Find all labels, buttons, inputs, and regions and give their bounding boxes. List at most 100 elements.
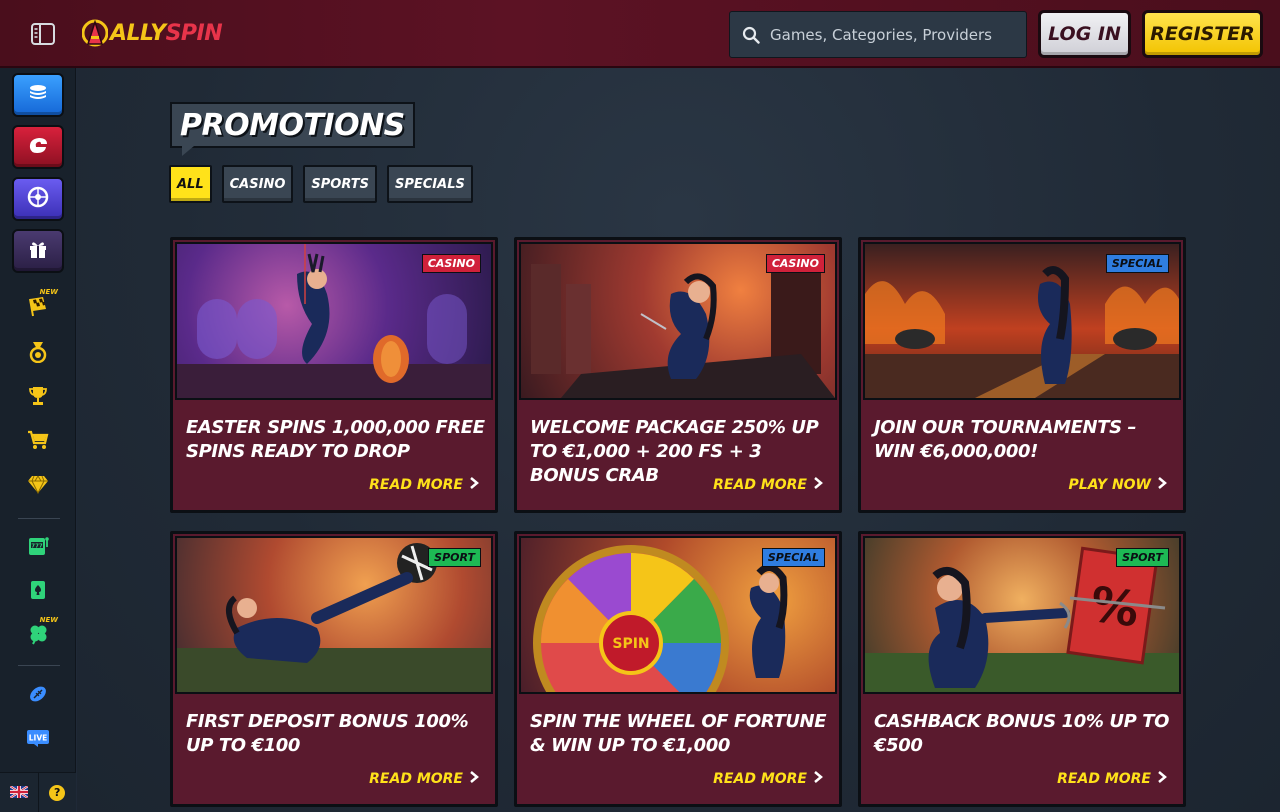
sidebar-item-live-casino[interactable] xyxy=(12,177,64,221)
sidebar-item-race[interactable]: NEW xyxy=(22,288,58,324)
clover-icon xyxy=(27,623,49,649)
promo-tag: SPORT xyxy=(1116,548,1169,567)
percent-sign-icon: % xyxy=(1087,576,1142,638)
new-badge: NEW xyxy=(39,616,58,624)
language-selector[interactable] xyxy=(0,773,39,812)
sidebar-item-vip[interactable] xyxy=(22,470,54,502)
promo-tag: CASINO xyxy=(765,254,825,273)
promo-image-first-deposit: SPORT xyxy=(175,536,493,694)
sidebar-item-table-games[interactable] xyxy=(22,576,54,608)
login-button[interactable]: LOG IN xyxy=(1038,10,1131,58)
chevron-right-icon xyxy=(813,476,823,494)
sidebar-item-shop[interactable] xyxy=(22,426,54,458)
allyspin-logo[interactable]: ALLYSPIN xyxy=(82,16,223,50)
promo-image-tournaments: SPECIAL xyxy=(863,242,1181,400)
filter-specials[interactable]: SPECIALS xyxy=(386,165,473,203)
promo-card[interactable]: SPECIAL JOIN OUR TOURNAMENTS – WIN €6,00… xyxy=(858,237,1186,513)
chevron-right-icon xyxy=(813,770,823,788)
promo-tag: CASINO xyxy=(421,254,481,273)
sidebar-divider xyxy=(18,518,60,519)
medal-icon xyxy=(28,341,48,367)
promo-tag: SPECIAL xyxy=(761,548,825,567)
chevron-right-icon xyxy=(1157,770,1167,788)
cards-icon xyxy=(28,579,48,605)
shop-cart-icon xyxy=(27,430,49,454)
sidebar-item-live-sports[interactable]: LIVE xyxy=(22,724,54,756)
promo-title: SPIN THE WHEEL OF FORTUNE & WIN UP TO €1… xyxy=(530,711,827,756)
read-more-link[interactable]: READ MORE xyxy=(713,770,823,788)
cta-label: READ MORE xyxy=(713,771,807,787)
filter-all[interactable]: ALL xyxy=(169,165,212,203)
top-header: ALLYSPIN LOG IN REGISTER xyxy=(0,0,1280,68)
live-icon: LIVE xyxy=(26,729,50,751)
chevron-right-icon xyxy=(469,476,479,494)
read-more-link[interactable]: READ MORE xyxy=(369,476,479,494)
promo-card[interactable]: % SPORT CASHBACK BONUS 10% UP TO €500 RE… xyxy=(858,531,1186,807)
main-content: PROMOTIONS ALL CASINO SPORTS SPECIALS CA… xyxy=(77,68,1280,812)
promo-card[interactable]: CASINO EASTER SPINS 1,000,000 FREE SPINS… xyxy=(170,237,498,513)
help-button[interactable]: ? xyxy=(39,773,77,812)
lobby-icon xyxy=(28,83,48,107)
promo-card[interactable]: CASINO WELCOME PACKAGE 250% UP TO €1,000… xyxy=(514,237,842,513)
promo-tag: SPECIAL xyxy=(1105,254,1169,273)
search-bar[interactable] xyxy=(729,11,1027,58)
sidebar-item-lucky[interactable]: NEW xyxy=(22,616,58,652)
gift-icon xyxy=(28,239,48,263)
play-now-link[interactable]: PLAY NOW xyxy=(1069,476,1167,494)
cta-label: READ MORE xyxy=(713,477,807,493)
promo-image-easter: CASINO xyxy=(175,242,493,400)
sidebar-item-casino[interactable] xyxy=(12,125,64,169)
promo-card[interactable]: SPIN SPECIAL SPIN THE WHEEL OF FORTUNE &… xyxy=(514,531,842,807)
promo-card[interactable]: SPORT FIRST DEPOSIT BONUS 100% UP TO €10… xyxy=(170,531,498,807)
sidebar-item-lobby[interactable] xyxy=(12,73,64,117)
promotion-filters: ALL CASINO SPORTS SPECIALS xyxy=(169,165,473,203)
promo-title: FIRST DEPOSIT BONUS 100% UP TO €100 xyxy=(186,711,469,756)
trophy-icon xyxy=(28,385,48,411)
casino-icon xyxy=(27,135,49,159)
chevron-right-icon xyxy=(469,770,479,788)
read-more-link[interactable]: READ MORE xyxy=(713,476,823,494)
search-icon xyxy=(742,26,760,44)
football-icon xyxy=(27,683,49,709)
help-icon: ? xyxy=(49,784,66,801)
promo-title: CASHBACK BONUS 10% UP TO €500 xyxy=(874,711,1170,756)
promo-image-welcome: CASINO xyxy=(519,242,837,400)
sidebar-item-achievements[interactable] xyxy=(22,338,54,370)
cta-label: READ MORE xyxy=(369,771,463,787)
sidebar-footer: ? xyxy=(0,772,76,812)
live-label: LIVE xyxy=(29,734,48,743)
read-more-link[interactable]: READ MORE xyxy=(369,770,479,788)
promo-title: JOIN OUR TOURNAMENTS – WIN €6,000,000! xyxy=(874,417,1137,462)
cta-label: PLAY NOW xyxy=(1068,477,1151,493)
page-title: PROMOTIONS xyxy=(170,102,415,156)
sidebar-item-tournaments[interactable] xyxy=(22,382,54,414)
promo-tag: SPORT xyxy=(428,548,481,567)
sidebar-item-promotions[interactable] xyxy=(12,229,64,273)
sidebar-toggle-icon[interactable] xyxy=(28,20,58,48)
search-input[interactable] xyxy=(770,25,1010,44)
logo-mark-icon xyxy=(82,18,108,48)
filter-casino[interactable]: CASINO xyxy=(221,165,294,203)
register-button[interactable]: REGISTER xyxy=(1142,10,1263,58)
read-more-link[interactable]: READ MORE xyxy=(1057,770,1167,788)
uk-flag-icon xyxy=(9,783,29,802)
wheel-spin-label: SPIN xyxy=(612,636,649,652)
slots-icon: 777 xyxy=(27,535,49,561)
cta-label: READ MORE xyxy=(369,477,463,493)
vip-diamond-icon xyxy=(27,474,49,498)
filter-sports[interactable]: SPORTS xyxy=(303,165,377,203)
chevron-right-icon xyxy=(1157,476,1167,494)
live-casino-icon xyxy=(27,186,49,212)
sidebar-item-slots[interactable]: 777 xyxy=(22,532,54,564)
sidebar: NEW 777 NEW LIVE ? xyxy=(0,68,76,812)
sidebar-item-sports[interactable] xyxy=(22,680,54,712)
logo-text: ALLYSPIN xyxy=(110,20,223,46)
sidebar-divider xyxy=(18,665,60,666)
cta-label: READ MORE xyxy=(1057,771,1151,787)
new-badge: NEW xyxy=(39,288,58,296)
promo-image-wheel: SPIN SPECIAL xyxy=(519,536,837,741)
promo-title: EASTER SPINS 1,000,000 FREE SPINS READY … xyxy=(186,417,485,462)
race-flag-icon xyxy=(27,295,49,321)
promotions-grid: CASINO EASTER SPINS 1,000,000 FREE SPINS… xyxy=(170,237,1186,807)
promo-image-cashback: % SPORT xyxy=(863,536,1181,694)
